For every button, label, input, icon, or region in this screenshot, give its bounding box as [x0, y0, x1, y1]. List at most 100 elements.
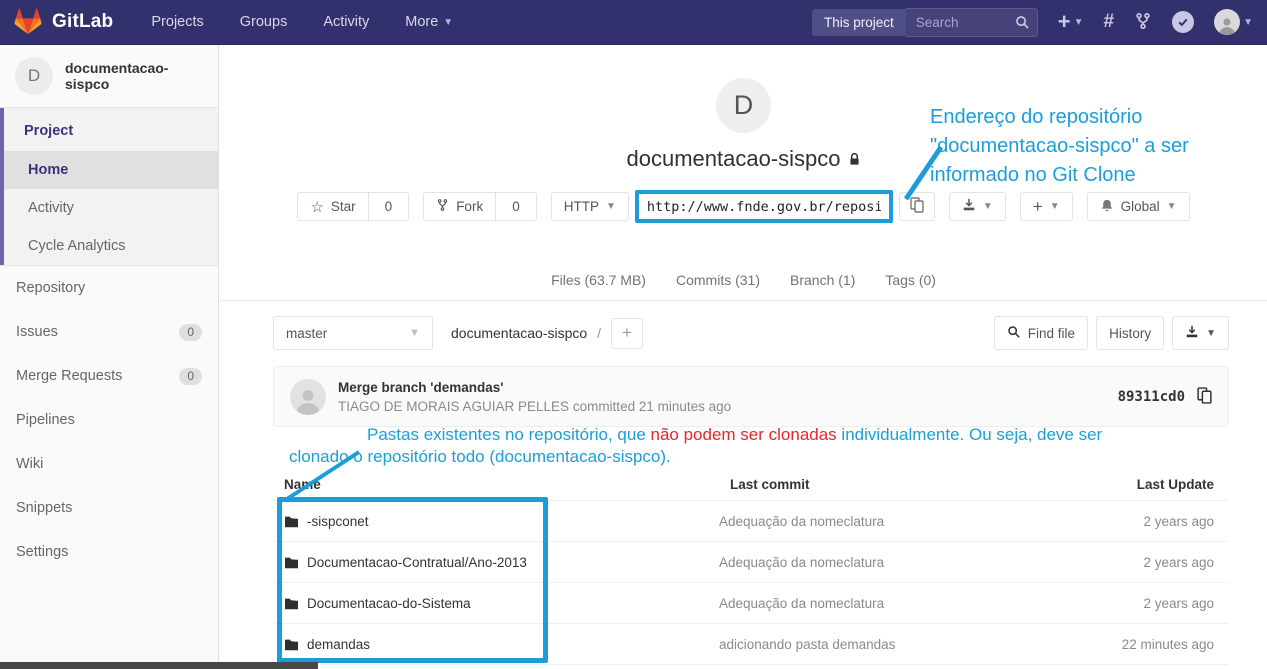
star-button[interactable]: ☆ Star [297, 192, 368, 221]
hash-icon: # [1104, 11, 1115, 33]
top-navbar: GitLab Projects Groups Activity More ▼ T… [0, 0, 1267, 45]
clone-cluster: HTTP ▼ [551, 190, 935, 223]
sidebar-item-wiki[interactable]: Wiki [0, 442, 218, 486]
notification-level-button[interactable]: Global ▼ [1087, 192, 1190, 221]
bell-icon [1100, 198, 1114, 216]
file-tree-rows: -sispconetAdequação da nomeclatura2 year… [273, 501, 1229, 665]
column-header-name: Name [273, 472, 719, 501]
nav-item-more[interactable]: More ▼ [405, 14, 453, 30]
folder-icon [284, 555, 307, 570]
nav-item-groups[interactable]: Groups [240, 14, 288, 30]
gitlab-brand[interactable]: GitLab [14, 7, 113, 37]
copy-url-button[interactable] [899, 192, 935, 221]
add-file-button[interactable]: + [611, 318, 643, 349]
last-commit-message[interactable]: adicionando pasta demandas [719, 624, 1114, 665]
tree-area: master ▼ documentacao-sispco / + Find fi… [220, 316, 1267, 665]
user-menu-button[interactable]: ▼ [1214, 9, 1253, 35]
clone-url-highlight-box [635, 190, 893, 223]
issues-dashboard-button[interactable]: # [1104, 11, 1115, 33]
folder-icon [284, 596, 307, 611]
sidebar-section-project: Project Home Activity Cycle Analytics [0, 108, 218, 265]
table-row: demandasadicionando pasta demandas22 min… [273, 624, 1229, 665]
branch-select[interactable]: master ▼ [273, 316, 433, 350]
tree-right-buttons: Find file History ▼ [994, 316, 1229, 350]
sidebar-project-header[interactable]: D documentacao-sispco [0, 45, 218, 108]
commit-meta: TIAGO DE MORAIS AGUIAR PELLES committed … [338, 399, 731, 414]
plus-icon: + [1033, 197, 1043, 217]
star-icon: ☆ [310, 198, 323, 216]
table-row: Documentacao-Contratual/Ano-2013Adequaçã… [273, 542, 1229, 583]
fork-count[interactable]: 0 [496, 192, 537, 221]
primary-nav: Projects Groups Activity More ▼ [151, 14, 453, 30]
chevron-down-icon: ▼ [606, 201, 616, 212]
download-tree-button[interactable]: ▼ [1172, 316, 1229, 350]
folder-link[interactable]: -sispconet [273, 501, 719, 542]
last-commit-message[interactable]: Adequação da nomeclatura [719, 583, 1114, 624]
copy-icon [910, 197, 924, 216]
chevron-down-icon: ▼ [443, 17, 453, 28]
commit-title[interactable]: Merge branch 'demandas' [338, 380, 731, 395]
nav-item-activity[interactable]: Activity [323, 14, 369, 30]
commit-hash[interactable]: 89311cd0 [1118, 389, 1185, 405]
history-button[interactable]: History [1096, 316, 1164, 350]
clone-url-input[interactable] [639, 194, 889, 219]
sidebar-item-cycle-analytics[interactable]: Cycle Analytics [4, 227, 218, 265]
stat-tags[interactable]: Tags (0) [885, 272, 936, 288]
chevron-down-icon: ▼ [1050, 201, 1060, 212]
download-button[interactable]: ▼ [949, 192, 1006, 221]
committer-avatar [290, 379, 326, 415]
search-icon [1015, 15, 1030, 33]
sidebar-item-home[interactable]: Home [4, 151, 218, 189]
brand-name: GitLab [52, 11, 113, 33]
fork-icon [436, 198, 449, 215]
column-header-last-update: Last Update [1114, 472, 1229, 501]
sidebar-item-pipelines[interactable]: Pipelines [0, 398, 218, 442]
file-tree-table: Name Last commit Last Update -sispconetA… [273, 472, 1229, 665]
merge-requests-button[interactable] [1134, 12, 1152, 33]
search-group: This project [812, 8, 1038, 37]
sidebar-section-title[interactable]: Project [4, 108, 218, 151]
last-commit-message[interactable]: Adequação da nomeclatura [719, 542, 1114, 583]
folder-link[interactable]: demandas [273, 624, 719, 665]
left-sidebar: D documentacao-sispco Project Home Activ… [0, 45, 219, 669]
sidebar-item-activity[interactable]: Activity [4, 189, 218, 227]
star-count[interactable]: 0 [369, 192, 410, 221]
merge-requests-count-badge: 0 [179, 368, 202, 385]
stat-commits[interactable]: Commits (31) [676, 272, 760, 288]
gitlab-logo-icon [14, 7, 42, 37]
folder-icon [284, 637, 307, 652]
download-icon [962, 198, 976, 215]
page-title: documentacao-sispco [220, 146, 1267, 172]
chevron-down-icon: ▼ [983, 201, 993, 212]
todos-button[interactable] [1172, 11, 1194, 33]
folder-link[interactable]: Documentacao-do-Sistema [273, 583, 719, 624]
sidebar-item-issues[interactable]: Issues 0 [0, 310, 218, 354]
last-commit-message[interactable]: Adequação da nomeclatura [719, 501, 1114, 542]
sidebar-project-name: documentacao-sispco [65, 60, 203, 92]
browser-status-strip [0, 662, 318, 669]
navbar-right: This project + ▼ # [812, 8, 1253, 37]
sidebar-item-merge-requests[interactable]: Merge Requests 0 [0, 354, 218, 398]
project-header: D documentacao-sispco [220, 45, 1267, 172]
find-file-button[interactable]: Find file [994, 316, 1088, 350]
fork-button[interactable]: Fork [423, 192, 496, 221]
stat-branch[interactable]: Branch (1) [790, 272, 855, 288]
sidebar-item-snippets[interactable]: Snippets [0, 486, 218, 530]
table-row: -sispconetAdequação da nomeclatura2 year… [273, 501, 1229, 542]
new-menu-button[interactable]: + ▼ [1058, 12, 1084, 32]
nav-item-projects[interactable]: Projects [151, 14, 203, 30]
copy-commit-icon[interactable] [1197, 387, 1212, 407]
folder-link[interactable]: Documentacao-Contratual/Ano-2013 [273, 542, 719, 583]
stat-files[interactable]: Files (63.7 MB) [551, 272, 646, 288]
search-scope-badge[interactable]: This project [812, 9, 906, 36]
project-avatar-large: D [716, 78, 771, 133]
breadcrumb-project[interactable]: documentacao-sispco [451, 325, 587, 341]
sidebar-item-settings[interactable]: Settings [0, 530, 218, 574]
last-update-time: 2 years ago [1114, 583, 1229, 624]
sidebar-item-repository[interactable]: Repository [0, 266, 218, 310]
add-new-button[interactable]: + ▼ [1020, 192, 1073, 221]
protocol-select[interactable]: HTTP ▼ [551, 192, 629, 221]
table-header-row: Name Last commit Last Update [273, 472, 1229, 501]
last-update-time: 22 minutes ago [1114, 624, 1229, 665]
repo-stats-row: Files (63.7 MB) Commits (31) Branch (1) … [220, 272, 1267, 301]
